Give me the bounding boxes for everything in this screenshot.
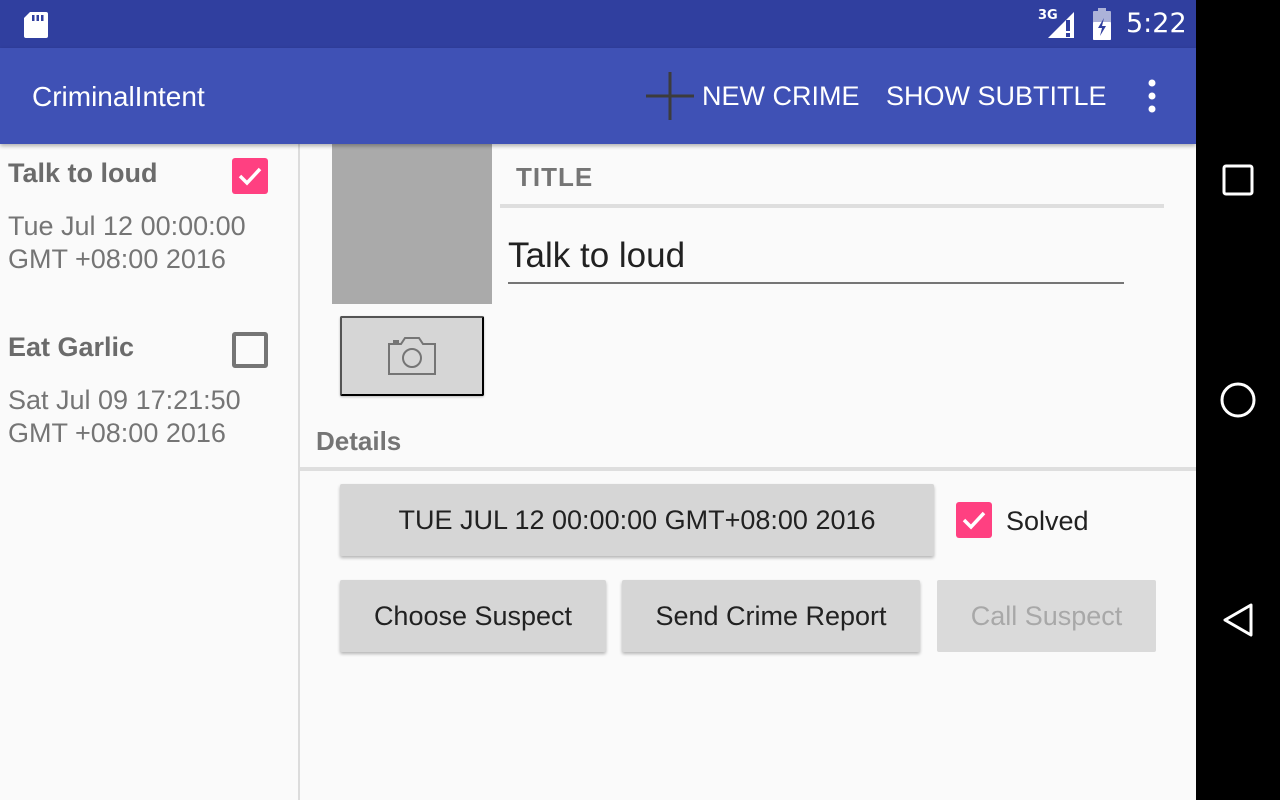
camera-icon	[388, 337, 436, 375]
show-subtitle-button[interactable]: SHOW SUBTITLE	[886, 81, 1107, 112]
back-icon	[1223, 603, 1253, 637]
recents-icon	[1222, 164, 1254, 196]
signal-icon	[1048, 12, 1074, 38]
solved-label[interactable]: Solved	[1006, 506, 1089, 537]
details-header: Details	[316, 426, 402, 456]
new-crime-button[interactable]: NEW CRIME	[646, 72, 860, 120]
status-bar: 3G 5:22	[0, 0, 1196, 48]
crime-solved-checkbox[interactable]	[232, 158, 268, 194]
home-button[interactable]	[1216, 378, 1260, 422]
camera-button[interactable]	[340, 316, 484, 396]
crime-date-button[interactable]: TUE JUL 12 00:00:00 GMT+08:00 2016	[340, 484, 934, 556]
crime-list-item[interactable]: Talk to loud Tue Jul 12 00:00:00 GMT +08…	[0, 144, 298, 318]
crime-photo	[332, 144, 492, 304]
details-divider	[300, 467, 1196, 471]
recents-button[interactable]	[1216, 158, 1260, 202]
crime-solved-checkbox[interactable]	[232, 332, 268, 368]
navigation-bar	[1196, 0, 1280, 800]
crime-date: Sat Jul 09 17:21:50 GMT +08:00 2016	[8, 385, 241, 448]
sd-card-icon	[24, 12, 48, 38]
checkmark-icon	[238, 167, 262, 186]
crime-list: Talk to loud Tue Jul 12 00:00:00 GMT +08…	[0, 144, 298, 800]
plus-icon	[646, 72, 694, 120]
new-crime-label: NEW CRIME	[702, 80, 860, 111]
home-icon	[1220, 382, 1256, 418]
status-time: 5:22	[1126, 8, 1187, 39]
send-report-button[interactable]: Send Crime Report	[622, 580, 920, 652]
crime-title: Eat Garlic	[8, 332, 135, 362]
overflow-menu-icon[interactable]	[1140, 78, 1164, 114]
back-button[interactable]	[1216, 598, 1260, 642]
pane-divider	[298, 144, 300, 800]
battery-icon	[1093, 8, 1111, 40]
title-header: TITLE	[516, 162, 594, 192]
choose-suspect-button[interactable]: Choose Suspect	[340, 580, 606, 652]
app-bar: CriminalIntent NEW CRIME SHOW SUBTITLE	[0, 48, 1196, 144]
call-suspect-button: Call Suspect	[937, 580, 1156, 652]
crime-date: Tue Jul 12 00:00:00 GMT +08:00 2016	[8, 211, 246, 274]
crime-title: Talk to loud	[8, 158, 158, 188]
solved-checkbox[interactable]	[956, 502, 992, 538]
crime-title-field[interactable]	[508, 230, 1124, 284]
title-divider	[500, 204, 1164, 208]
checkmark-icon	[962, 511, 986, 530]
crime-list-item[interactable]: Eat Garlic Sat Jul 09 17:21:50 GMT +08:0…	[0, 318, 298, 492]
app-title: CriminalIntent	[32, 81, 205, 112]
